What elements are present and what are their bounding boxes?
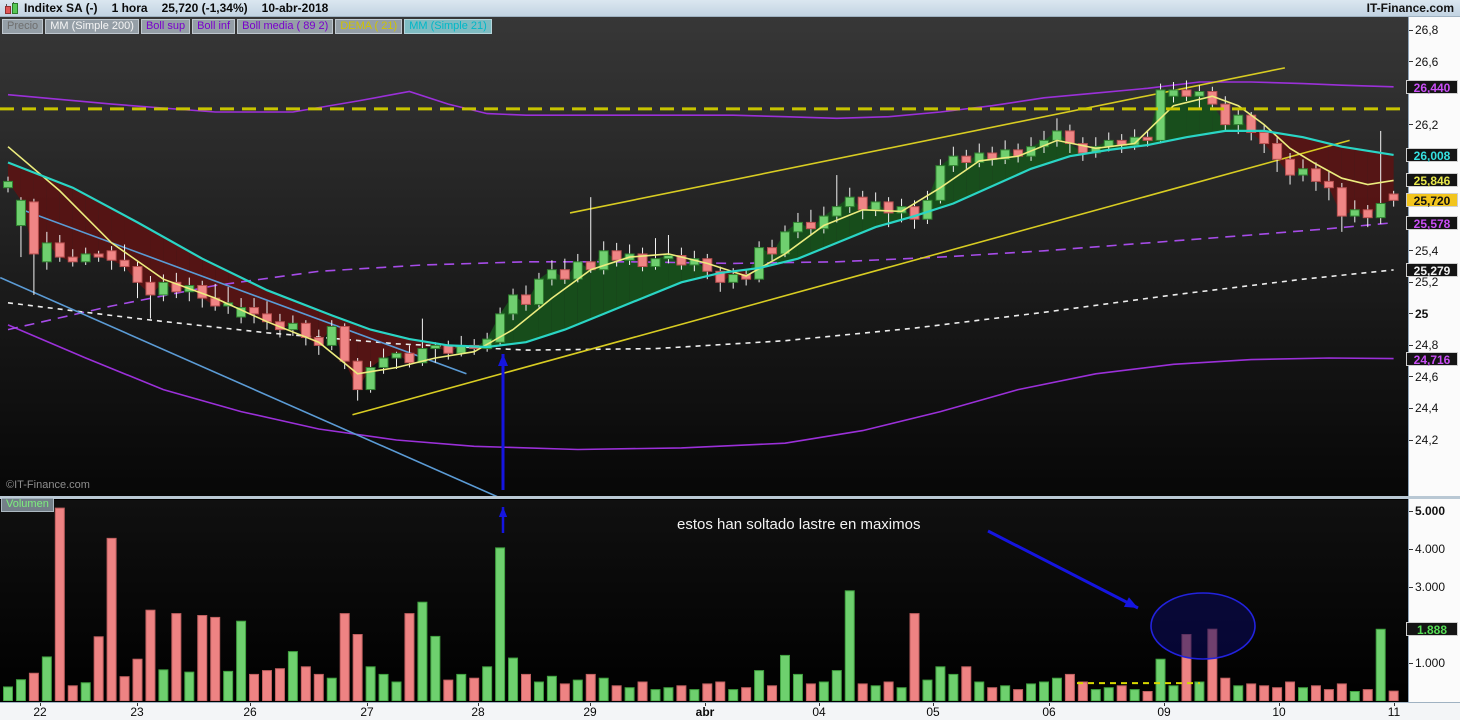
volume-tick-label: 1.000 [1415,656,1446,670]
price-tick-mark [1409,407,1413,409]
price-tick-label: 26,8 [1415,23,1439,37]
price-tick-label: 24,8 [1415,338,1439,353]
price-badge-boll-media-89-2-: 25,578 [1406,215,1458,231]
price-tick-label: 25,4 [1415,243,1439,258]
volume-tick-mark [1409,548,1413,550]
price-tick-mark [1409,29,1413,31]
watermark: ©IT-Finance.com [6,479,90,491]
price-badge-boll-sup: 26,440 [1406,79,1458,95]
volume-tick-label: 5.000 [1415,504,1446,518]
time-tick-label-06: 06 [1042,705,1056,719]
time-tick-label-10: 10 [1272,705,1286,719]
time-tick-label-abr: abr [695,705,715,719]
indicator-chip-mm-simple-200-[interactable]: MM (Simple 200) [45,19,139,34]
price-pane[interactable] [0,17,1408,496]
price-badge-boll-inf: 24,716 [1406,351,1458,367]
indicator-chip-mm-simple-21-[interactable]: MM (Simple 21) [404,19,492,34]
time-tick-label-26: 26 [243,705,257,719]
indicator-chip-row: Precio MM (Simple 200) Boll sup Boll inf Bol… [2,19,494,34]
time-tick-label-29: 29 [583,705,597,719]
time-tick-label-23: 23 [130,705,144,719]
pane-separator[interactable] [0,496,1460,499]
time-tick-label-27: 27 [360,705,374,719]
volume-tick-label: 4.000 [1415,542,1446,556]
price-tick-mark [1409,344,1413,346]
indicator-chip-boll-sup[interactable]: Boll sup [140,19,191,34]
price-tick-mark [1409,281,1413,283]
price-badge-dema-21-: 25,846 [1406,173,1458,188]
time-tick-label-05: 05 [926,705,940,719]
chart-canvas[interactable] [0,0,1460,720]
price-tick-mark [1409,439,1413,441]
time-axis[interactable]: 22 23 26 27 28 29 abr 04 05 06 09 10 11 [0,702,1460,720]
price-tick-mark [1409,313,1413,315]
volume-tick-label: 3.000 [1415,580,1446,594]
volume-pane-label[interactable]: Volumen [1,497,54,512]
time-tick-label-09: 09 [1157,705,1171,719]
price-tick-label: 26,2 [1415,117,1439,132]
indicator-chip-boll-inf[interactable]: Boll inf [192,19,236,34]
price-badge-mm-simple-200-: 25,279 [1406,262,1458,278]
price-tick-label: 24,6 [1415,369,1439,384]
volume-highlight-ellipse[interactable] [1150,592,1256,660]
volume-tick-mark [1409,510,1413,512]
indicator-chip-dema-21-[interactable]: DEMA ( 21) [335,19,403,34]
price-badge-last-price: 25,720 [1406,193,1458,208]
indicator-chip-precio[interactable]: Precio [2,19,44,34]
time-tick-label-28: 28 [471,705,485,719]
trading-app-window: { "header": { "title": "Inditex SA (-)",… [0,0,1460,720]
price-tick-mark [1409,61,1413,63]
price-tick-mark [1409,376,1413,378]
time-tick-label-11: 11 [1387,705,1401,719]
volume-tick-mark [1409,662,1413,664]
price-tick-label: 26,6 [1415,54,1439,69]
price-axis[interactable]: 26,8 26,6 26,2 25,4 25,2 25 24,8 24,6 24,4 24,2 5.… [1406,17,1460,702]
chart-text-annotation[interactable]: estos han soltado lastre en maximos [677,516,920,533]
price-badge-mm-simple-21-: 26,008 [1406,147,1458,163]
price-tick-mark [1409,124,1413,126]
price-tick-mark [1409,250,1413,252]
time-tick-label-22: 22 [33,705,47,719]
volume-badge-current: 1.888 [1406,622,1458,637]
price-tick-label: 25 [1415,306,1429,321]
indicator-chip-boll-media-89-2-[interactable]: Boll media ( 89 2) [237,19,334,34]
time-tick-label-04: 04 [812,705,826,719]
price-tick-label: 24,4 [1415,401,1439,416]
price-tick-label: 24,2 [1415,433,1439,448]
volume-tick-mark [1409,586,1413,588]
